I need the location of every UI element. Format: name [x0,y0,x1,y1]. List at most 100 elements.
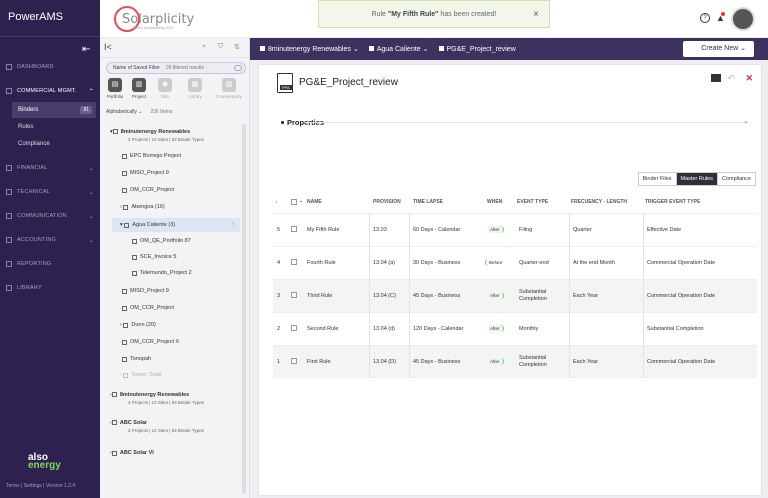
help-icon[interactable]: ? [700,13,710,23]
library-icon [6,285,12,291]
project-icon [122,288,127,294]
saved-filter-select[interactable]: Name of Saved Filter 26 filtered results [106,62,246,74]
tab-binder-files[interactable]: Binder Files [639,173,676,185]
select-all-checkbox[interactable] [291,199,297,205]
tab-project[interactable]: ▥ Project [126,78,152,102]
project-icon [132,270,137,276]
tab-compliance[interactable]: Compliance [716,173,755,185]
top-bar: Solarplicity Renew Sustainability 2021 R… [100,0,768,38]
app-sidebar: PowerAMS ⇤ DASHBOARD COMMERCIAL MGMT. ⌃ B… [0,0,100,498]
toggle[interactable] [234,65,242,71]
avatar[interactable] [731,7,755,31]
sidebar-item-binders[interactable]: Binders 81 [12,102,96,118]
financial-icon [6,165,12,171]
binder-card: PPA PG&E_Project_review ↶ ✕ Properties ⌄… [258,64,762,496]
undo-icon[interactable]: ↶ [727,73,735,84]
table-row[interactable]: 1 First Rule 13.04 (D) 45 Days - Busines… [273,345,757,378]
table-row[interactable]: 2 Second Rule 13.04 (d) 120 Days - Calen… [273,312,757,345]
nav-dashboard[interactable]: DASHBOARD [0,59,100,75]
table-row[interactable]: 4 Fourth Rule 13.04 (a) 30 Days - Busine… [273,246,757,279]
tab-library[interactable]: ▦ Library [182,78,208,102]
sidebar-item-rules[interactable]: Rules [12,119,96,135]
row-checkbox[interactable] [291,226,297,232]
scrollbar[interactable] [242,124,246,494]
row-checkbox[interactable] [291,292,297,298]
counterparty-icon: ▧ [222,78,236,92]
tab-portfolio[interactable]: ▤ Portfolio [102,78,128,102]
table-row[interactable]: 5 My Fifth Rule 13.03 60 Days - Calendar… [273,213,757,246]
bell-icon[interactable]: ▲ [716,12,725,23]
breadcrumb-item[interactable]: 8minutenergy Renewables ⌄ [260,45,359,53]
folder-icon [123,204,129,210]
when-pill: After [487,226,504,233]
when-pill: After [487,292,504,299]
nav-commercial-mgmt[interactable]: COMMERCIAL MGMT. ⌃ [0,83,100,99]
tree-item-portfolio[interactable]: › ABC Solar 2 Projects | 12 Sites | 83 Bin… [110,420,260,438]
count-badge: 81 [80,106,92,114]
when-pill: After [487,325,504,332]
tree-item-portfolio[interactable]: › 8minutenergy Renewables 2 Projects | 12 … [110,392,260,410]
nav-accounting[interactable]: ACCOUNTING ⌄ [0,232,100,248]
accounting-icon [6,237,12,243]
chevron-down-icon: ⌄ [88,165,94,172]
tab-site[interactable]: ◉ Site [152,78,178,102]
portfolio-icon [260,46,265,51]
chevron-down-icon[interactable]: ⌄ [743,117,749,125]
when-pill: Before [485,259,506,266]
tree-item-portfolio[interactable]: ▾ 8minutenergy Renewables 2 Projects | 12 … [110,129,260,147]
breadcrumb-item[interactable]: PG&E_Project_review [438,45,516,53]
company-logo: Solarplicity Renew Sustainability 2021 [114,5,194,33]
view-tabs: Binder Files Master Rules Compliance [637,172,756,186]
page-title: PG&E_Project_review [299,77,398,88]
column-divider [569,213,570,378]
tree-item[interactable]: › Dunn (20) [120,320,270,330]
portfolio-icon [111,450,117,456]
site-icon: ◉ [158,78,172,92]
close-icon[interactable]: × [533,9,539,20]
tree-item[interactable]: › Tower: Solar [120,370,270,380]
project-icon [122,305,127,311]
filter-panel: I< ⌕ ⛉ ⇅ Name of Saved Filter 26 filtered… [100,38,250,498]
tab-master-rules[interactable]: Master Rules [675,173,717,185]
tree-item-portfolio[interactable]: › ABC Solar VI [110,448,260,458]
library-icon: ▦ [188,78,202,92]
notification-dot [721,12,725,16]
success-toast: Rule "My Fifth Rule" has been created! × [318,0,550,28]
sort-icon[interactable]: ↓ [275,199,278,205]
create-new-button[interactable]: Create New ⌄ [683,41,754,57]
communication-icon [6,213,12,219]
project-icon [132,238,137,244]
project-icon [122,187,127,193]
table-row[interactable]: 3 Third Rule 13.04 (C) 45 Days - Busines… [273,279,757,312]
collapse-icon[interactable]: ⇤ [82,44,90,55]
tab-counterparty[interactable]: ▧ Counterparty [216,78,242,102]
nav-financial[interactable]: FINANCIAL ⌄ [0,160,100,176]
breadcrumb-item[interactable]: Agua Caliente ⌄ [368,45,429,53]
search-icon[interactable]: ⌕ [202,43,206,51]
sidebar-item-compliance[interactable]: Compliance [12,136,96,152]
nav-communication[interactable]: COMMUNICATION ⌄ [0,208,100,224]
tree-item-selected[interactable]: ▾ Agua Caliente (3) ⋮ [112,218,240,232]
commercial-icon [6,88,12,94]
nav-technical[interactable]: TECHNICAL ⌄ [0,184,100,200]
tree-item[interactable]: › Abengoa (16) [120,202,270,212]
close-icon[interactable]: ✕ [745,73,753,84]
more-icon[interactable]: ⋮ [231,222,237,228]
filter-tabs: ▤ Portfolio ▥ Project ◉ Site ▦ Library ▧ Coun… [102,78,248,102]
chevron-down-icon[interactable]: ⌄ [299,198,303,204]
sort-icon[interactable]: ⇅ [234,43,240,51]
filter-icon[interactable]: ⛉ [218,43,223,51]
sort-dropdown[interactable]: Alphabetically ⌄ 236 Items [106,109,172,115]
portfolio-icon [111,420,117,425]
row-checkbox[interactable] [291,325,297,331]
row-checkbox[interactable] [291,358,297,364]
column-divider [643,213,644,378]
footer-links[interactable]: Terms | Settings | Version 1.2.4 [6,483,75,489]
nav-library[interactable]: LIBRARY [0,280,100,296]
row-checkbox[interactable] [291,259,297,265]
dashboard-icon [6,64,12,70]
print-icon[interactable] [711,74,721,82]
back-icon[interactable]: I< [104,42,112,52]
nav-reporting[interactable]: REPORTING [0,256,100,272]
column-divider [369,213,370,378]
